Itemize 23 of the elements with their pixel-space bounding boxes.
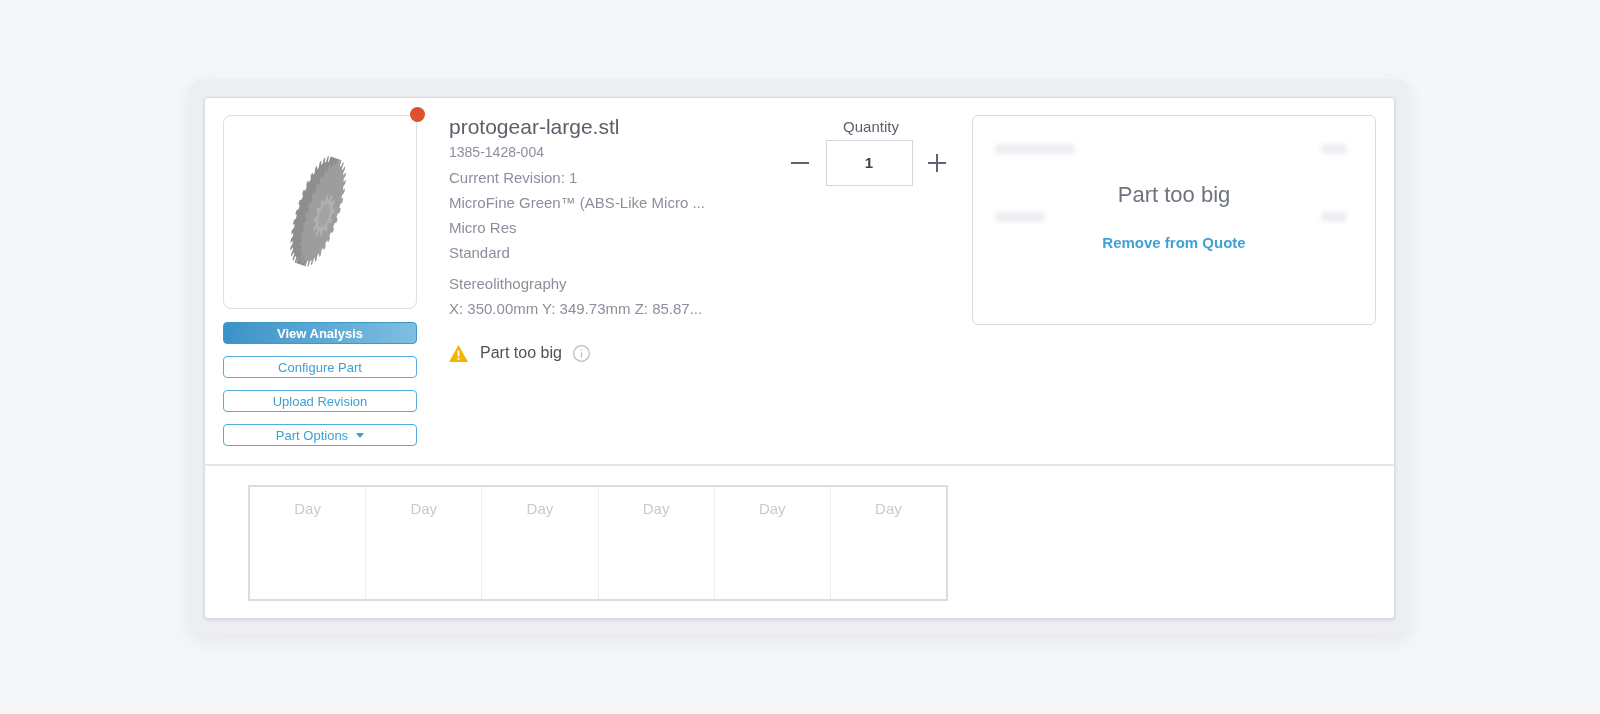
price-message: Part too big [1117,181,1231,209]
quantity-input[interactable]: 1 [825,140,913,186]
caret-down-icon [356,432,365,438]
part-detail-text: Micro Res [449,218,518,238]
part-action-button[interactable]: Upload Revision [223,390,417,412]
part-detail-text: MicroFine Green™ (ABS-Like Micro ... [449,193,706,213]
warning-icon [449,344,468,362]
plus-icon [927,154,946,172]
part-detail-text: 1385-1428-004 [449,143,545,162]
part-filename: protogear-large.stl [449,115,621,139]
part-detail-text: X: 350.00mm Y: 349.73mm Z: 85.87... [449,299,704,319]
part-detail-text: Current Revision: 1 [449,168,579,188]
minus-icon [790,162,809,164]
part-detail-text: Standard [449,243,511,263]
part-action-button[interactable]: Part Options [223,424,417,446]
remove-from-quote-link[interactable]: Remove from Quote [1102,232,1246,255]
increase-button[interactable] [926,153,947,173]
warning-text: Part too big [480,343,562,363]
part-thumbnail[interactable] [223,115,417,309]
part-action-button[interactable]: View Analysis [223,322,417,344]
quantity-label: Quantity [843,118,899,136]
part-detail-text: Stereolithography [449,274,568,294]
part-action-button[interactable]: Configure Part [223,356,417,378]
